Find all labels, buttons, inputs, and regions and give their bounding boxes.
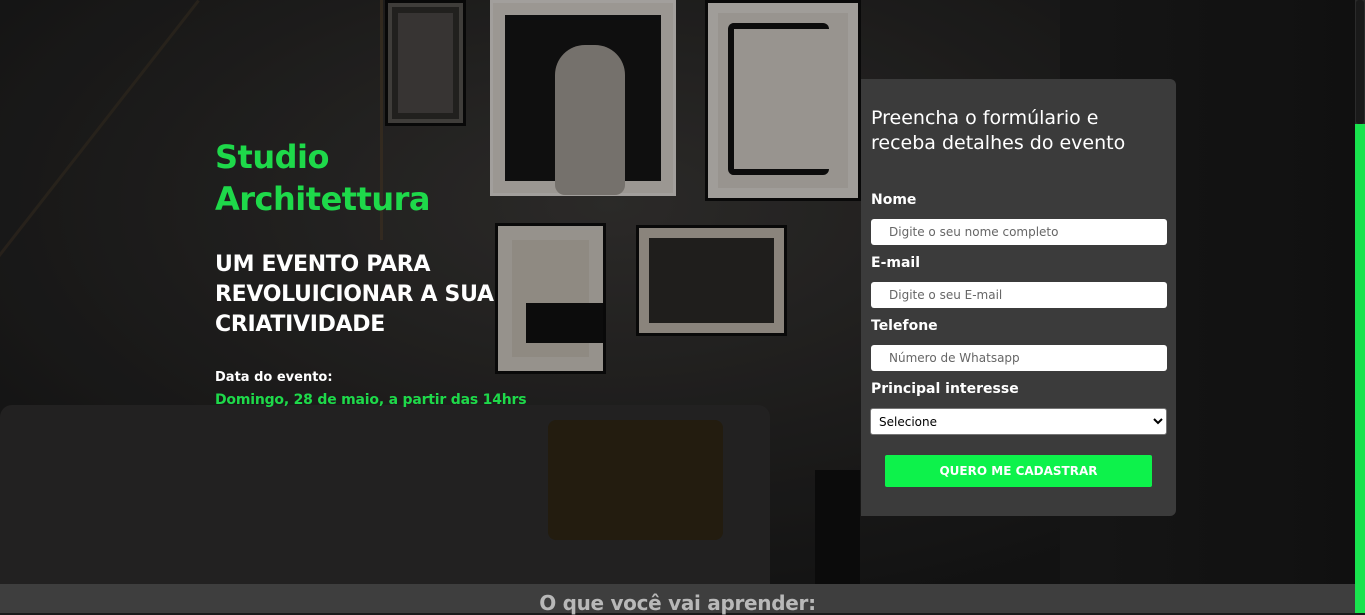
hero-section: Studio Architettura UM EVENTO PARA REVOL… xyxy=(0,0,1355,584)
brand-title: Studio Architettura xyxy=(215,138,431,218)
form-title: Preencha o formúlario e receba detalhes … xyxy=(871,107,1126,154)
hero-tagline: UM EVENTO PARA REVOLUICIONAR A SUA CRIAT… xyxy=(215,252,494,337)
signup-form: Preencha o formúlario e receba detalhes … xyxy=(861,79,1176,516)
phone-label: Telefone xyxy=(871,318,938,334)
event-date-value: Domingo, 28 de maio, a partir das 14hrs xyxy=(215,392,527,408)
interest-select[interactable]: Selecione xyxy=(870,408,1167,435)
name-label: Nome xyxy=(871,192,917,208)
email-input[interactable] xyxy=(871,282,1167,308)
name-input[interactable] xyxy=(871,219,1167,245)
phone-input[interactable] xyxy=(871,345,1167,371)
learn-section: O que você vai aprender: xyxy=(0,584,1355,615)
scrollbar-thumb[interactable] xyxy=(1356,0,1364,124)
email-label: E-mail xyxy=(871,255,921,271)
interest-label: Principal interesse xyxy=(871,381,1019,397)
scrollbar-track-accent xyxy=(1355,124,1365,613)
learn-section-title: O que você vai aprender: xyxy=(539,591,816,615)
page-scrollbar[interactable] xyxy=(1355,0,1365,613)
event-date-label: Data do evento: xyxy=(215,370,333,385)
register-button[interactable]: QUERO ME CADASTRAR xyxy=(885,455,1152,487)
